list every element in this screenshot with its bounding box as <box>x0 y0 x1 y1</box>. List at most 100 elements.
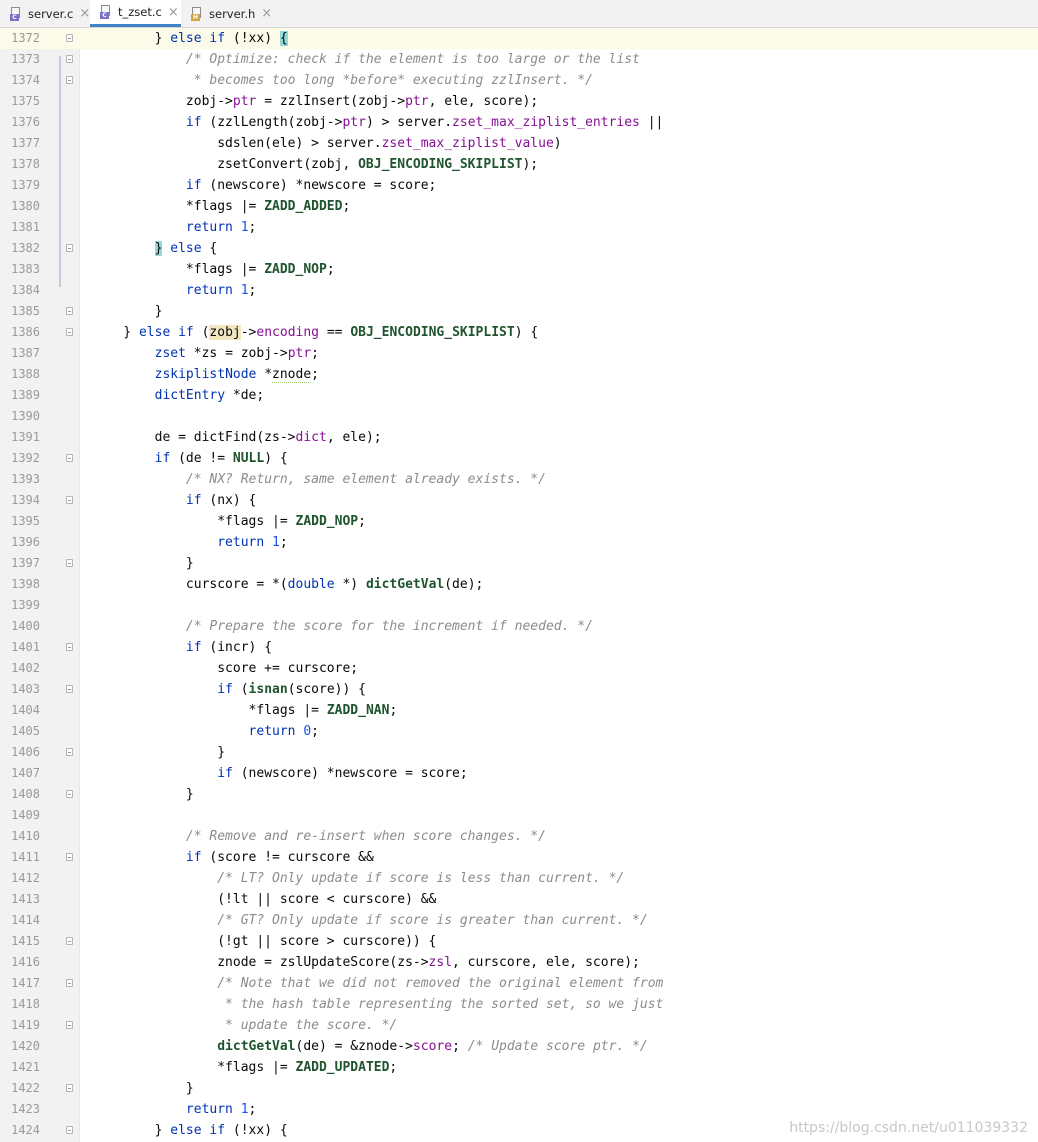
c-file-icon: C <box>10 6 22 21</box>
code-line[interactable]: 1410 /* Remove and re-insert when score … <box>0 826 1038 847</box>
line-number: 1417 <box>11 976 40 990</box>
code-line[interactable]: 1375 zobj->ptr = zzlInsert(zobj->ptr, el… <box>0 91 1038 112</box>
code-line[interactable]: 1401 if (incr) { <box>0 637 1038 658</box>
code-line[interactable]: 1402 score += curscore; <box>0 658 1038 679</box>
code-line[interactable]: 1415 (!gt || score > curscore)) { <box>0 931 1038 952</box>
code-line[interactable]: 1414 /* GT? Only update if score is grea… <box>0 910 1038 931</box>
code-text: dictEntry *de; <box>154 388 265 403</box>
code-line[interactable]: 1374 * becomes too long *before* executi… <box>0 70 1038 91</box>
line-number: 1381 <box>11 220 40 234</box>
code-line[interactable]: 1420 dictGetVal(de) = &znode->score; /* … <box>0 1036 1038 1057</box>
code-text: /* Optimize: check if the element is too… <box>185 52 640 67</box>
code-line[interactable]: 1373 /* Optimize: check if the element i… <box>0 49 1038 70</box>
line-number: 1394 <box>11 493 40 507</box>
close-icon[interactable]: × <box>261 6 272 21</box>
fold-marker-icon[interactable] <box>66 559 73 567</box>
fold-marker-icon[interactable] <box>66 1021 73 1029</box>
fold-marker-icon[interactable] <box>66 748 73 756</box>
line-number: 1399 <box>11 598 40 612</box>
code-text: * the hash table representing the sorted… <box>92 997 664 1012</box>
line-number: 1391 <box>11 430 40 444</box>
code-text: /* Note that we did not removed the orig… <box>217 976 664 991</box>
code-line[interactable]: 1398 curscore = *(double *) dictGetVal(d… <box>0 574 1038 595</box>
code-line[interactable]: 1384 return 1; <box>0 280 1038 301</box>
fold-marker-icon[interactable] <box>66 307 73 315</box>
tab-server-c[interactable]: C server.c × <box>0 0 90 27</box>
code-line[interactable]: 1388 zskiplistNode *znode; <box>0 364 1038 385</box>
code-line[interactable]: 1422 } <box>0 1078 1038 1099</box>
close-icon[interactable]: × <box>79 6 90 21</box>
code-line[interactable]: 1399 <box>0 595 1038 616</box>
code-line[interactable]: 1418 * the hash table representing the s… <box>0 994 1038 1015</box>
fold-marker-icon[interactable] <box>66 790 73 798</box>
line-number: 1424 <box>11 1123 40 1137</box>
fold-marker-icon[interactable] <box>66 853 73 861</box>
code-line[interactable]: 1404 *flags |= ZADD_NAN; <box>0 700 1038 721</box>
fold-marker-icon[interactable] <box>66 685 73 693</box>
code-line[interactable]: 1423 return 1; <box>0 1099 1038 1120</box>
code-line[interactable]: 1419 * update the score. */ <box>0 1015 1038 1036</box>
code-line[interactable]: 1421 *flags |= ZADD_UPDATED; <box>0 1057 1038 1078</box>
code-line[interactable]: 1383 *flags |= ZADD_NOP; <box>0 259 1038 280</box>
fold-marker-icon[interactable] <box>66 55 73 63</box>
code-line[interactable]: 1376 if (zzlLength(zobj->ptr) > server.z… <box>0 112 1038 133</box>
code-line[interactable]: 1377 sdslen(ele) > server.zset_max_zipli… <box>0 133 1038 154</box>
code-text: /* Prepare the score for the increment i… <box>185 619 593 634</box>
code-line[interactable]: 1394 if (nx) { <box>0 490 1038 511</box>
code-text: znode = zslUpdateScore(zs->zsl, curscore… <box>92 955 640 970</box>
fold-marker-icon[interactable] <box>66 76 73 84</box>
close-icon[interactable]: × <box>168 5 179 20</box>
code-line[interactable]: 1385 } <box>0 301 1038 322</box>
code-line[interactable]: 1372 } else if (!xx) { <box>0 28 1038 49</box>
line-number: 1386 <box>11 325 40 339</box>
fold-marker-icon[interactable] <box>66 454 73 462</box>
code-line[interactable]: 1390 <box>0 406 1038 427</box>
code-line[interactable]: 1408 } <box>0 784 1038 805</box>
code-line[interactable]: 1382 } else { <box>0 238 1038 259</box>
code-line[interactable]: 1400 /* Prepare the score for the increm… <box>0 616 1038 637</box>
code-line[interactable]: 1396 return 1; <box>0 532 1038 553</box>
fold-marker-icon[interactable] <box>66 937 73 945</box>
code-line[interactable]: 1391 de = dictFind(zs->dict, ele); <box>0 427 1038 448</box>
code-line[interactable]: 1411 if (score != curscore && <box>0 847 1038 868</box>
code-line[interactable]: 1413 (!lt || score < curscore) && <box>0 889 1038 910</box>
fold-marker-icon[interactable] <box>66 328 73 336</box>
code-line[interactable]: 1409 <box>0 805 1038 826</box>
code-line[interactable]: 1405 return 0; <box>0 721 1038 742</box>
fold-marker-icon[interactable] <box>66 244 73 252</box>
code-line[interactable]: 1397 } <box>0 553 1038 574</box>
code-line[interactable]: 1381 return 1; <box>0 217 1038 238</box>
code-editor[interactable]: 1372 } else if (!xx) {1373 /* Optimize: … <box>0 28 1038 1142</box>
line-number: 1377 <box>11 136 40 150</box>
code-text: *flags |= ZADD_NOP; <box>92 262 335 277</box>
code-text: } else if (!xx) { <box>92 31 288 46</box>
code-line[interactable]: 1416 znode = zslUpdateScore(zs->zsl, cur… <box>0 952 1038 973</box>
code-line[interactable]: 1407 if (newscore) *newscore = score; <box>0 763 1038 784</box>
code-line[interactable]: 1412 /* LT? Only update if score is less… <box>0 868 1038 889</box>
fold-marker-icon[interactable] <box>66 643 73 651</box>
code-line[interactable]: 1393 /* NX? Return, same element already… <box>0 469 1038 490</box>
fold-marker-icon[interactable] <box>66 34 73 42</box>
code-line[interactable]: 1380 *flags |= ZADD_ADDED; <box>0 196 1038 217</box>
fold-marker-icon[interactable] <box>66 496 73 504</box>
tab-t-zset-c[interactable]: C t_zset.c × <box>90 0 181 27</box>
code-line[interactable]: 1379 if (newscore) *newscore = score; <box>0 175 1038 196</box>
fold-marker-icon[interactable] <box>66 979 73 987</box>
tab-server-h[interactable]: H server.h × <box>181 0 272 27</box>
line-number: 1390 <box>11 409 40 423</box>
line-number: 1421 <box>11 1060 40 1074</box>
code-line[interactable]: 1386 } else if (zobj->encoding == OBJ_EN… <box>0 322 1038 343</box>
code-line[interactable]: 1403 if (isnan(score)) { <box>0 679 1038 700</box>
code-line[interactable]: 1389 dictEntry *de; <box>0 385 1038 406</box>
code-line[interactable]: 1417 /* Note that we did not removed the… <box>0 973 1038 994</box>
code-text: zsetConvert(zobj, OBJ_ENCODING_SKIPLIST)… <box>92 157 539 172</box>
fold-marker-icon[interactable] <box>66 1126 73 1134</box>
fold-marker-icon[interactable] <box>66 1084 73 1092</box>
code-line[interactable]: 1406 } <box>0 742 1038 763</box>
code-text: *flags |= ZADD_ADDED; <box>92 199 351 214</box>
line-number: 1397 <box>11 556 40 570</box>
code-line[interactable]: 1395 *flags |= ZADD_NOP; <box>0 511 1038 532</box>
code-line[interactable]: 1387 zset *zs = zobj->ptr; <box>0 343 1038 364</box>
code-line[interactable]: 1378 zsetConvert(zobj, OBJ_ENCODING_SKIP… <box>0 154 1038 175</box>
code-line[interactable]: 1392 if (de != NULL) { <box>0 448 1038 469</box>
